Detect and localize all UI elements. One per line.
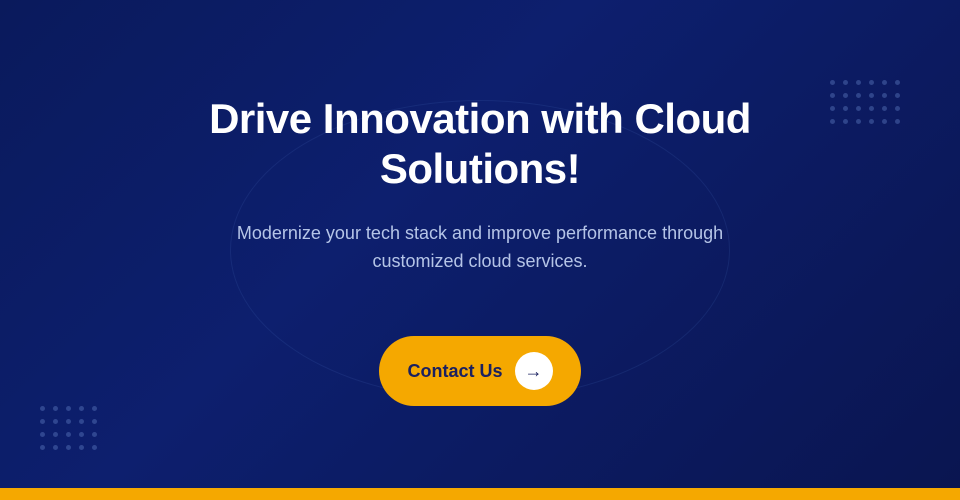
dot xyxy=(40,432,45,437)
dot xyxy=(869,80,874,85)
dot-grid-bottom-left xyxy=(40,406,97,450)
dot xyxy=(40,406,45,411)
hero-subtitle: Modernize your tech stack and improve pe… xyxy=(170,219,790,277)
dot xyxy=(843,119,848,124)
dot xyxy=(79,432,84,437)
dot xyxy=(869,119,874,124)
dot xyxy=(66,432,71,437)
dot xyxy=(856,119,861,124)
dot xyxy=(92,445,97,450)
dot xyxy=(856,106,861,111)
dot xyxy=(53,406,58,411)
dot xyxy=(66,445,71,450)
cta-button-label: Contact Us xyxy=(407,361,502,382)
dot xyxy=(66,406,71,411)
dot xyxy=(895,119,900,124)
dot xyxy=(40,445,45,450)
dot xyxy=(92,406,97,411)
dot xyxy=(830,119,835,124)
dot xyxy=(53,432,58,437)
contact-us-button[interactable]: Contact Us → xyxy=(379,336,580,406)
dot xyxy=(830,106,835,111)
dot xyxy=(882,93,887,98)
dot xyxy=(856,80,861,85)
dot xyxy=(53,445,58,450)
dot xyxy=(882,80,887,85)
dot xyxy=(869,93,874,98)
dot xyxy=(869,106,874,111)
dot xyxy=(882,106,887,111)
dot xyxy=(830,93,835,98)
dot xyxy=(843,106,848,111)
dot xyxy=(92,432,97,437)
dot xyxy=(40,419,45,424)
dot xyxy=(92,419,97,424)
hero-content: Drive Innovation with Cloud Solutions! M… xyxy=(130,94,830,406)
dot xyxy=(882,119,887,124)
hero-title: Drive Innovation with Cloud Solutions! xyxy=(170,94,790,195)
gold-accent-bar xyxy=(0,488,960,500)
dot xyxy=(830,80,835,85)
dot xyxy=(66,419,71,424)
dot xyxy=(856,93,861,98)
dot xyxy=(895,80,900,85)
dot xyxy=(843,93,848,98)
dot xyxy=(895,93,900,98)
dot xyxy=(79,419,84,424)
dot xyxy=(53,419,58,424)
dot xyxy=(843,80,848,85)
dot xyxy=(79,406,84,411)
dot-grid-top-right xyxy=(830,80,900,124)
page-background: Drive Innovation with Cloud Solutions! M… xyxy=(0,0,960,500)
arrow-right-icon: → xyxy=(525,362,543,380)
dot xyxy=(79,445,84,450)
cta-arrow-circle: → xyxy=(515,352,553,390)
dot xyxy=(895,106,900,111)
